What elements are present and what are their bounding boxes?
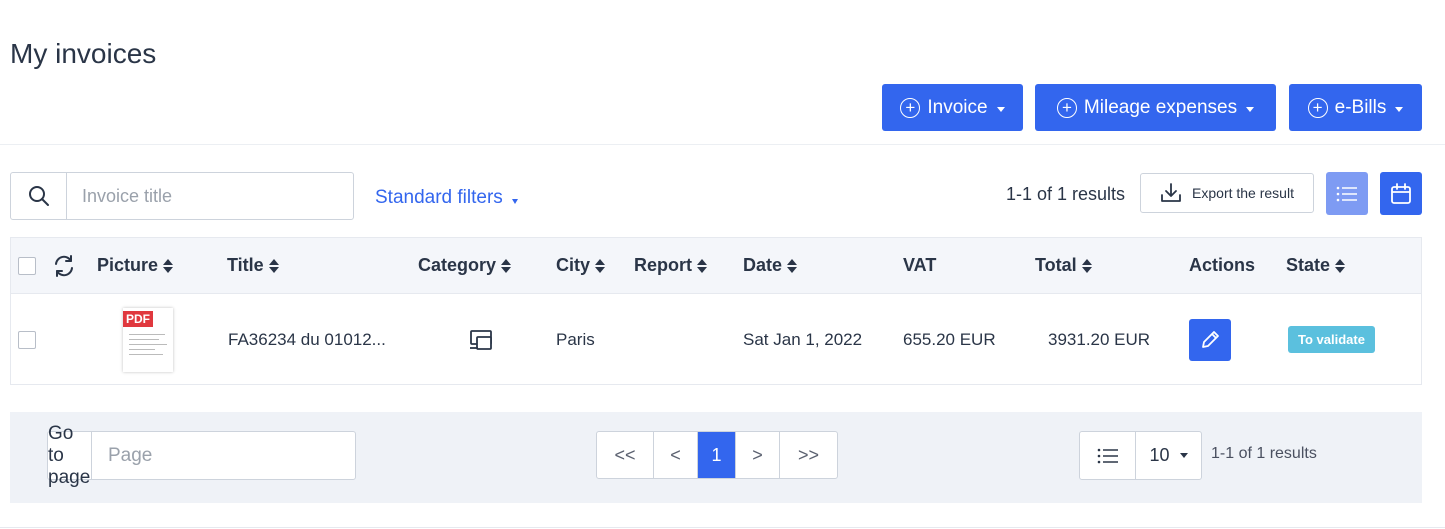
column-label: Category <box>418 255 497 275</box>
table-header: Picture Title Category City Report Date … <box>11 238 1421 294</box>
list-icon <box>1097 448 1118 463</box>
column-label: Actions <box>1189 255 1256 275</box>
total-cell: 3931.20 EUR <box>1048 329 1151 349</box>
search-icon <box>28 186 49 206</box>
chevron-down-icon <box>1179 453 1188 458</box>
column-label: VAT <box>903 255 937 275</box>
header-divider <box>0 144 1445 145</box>
page-navigation: << < 1 > >> <box>596 431 838 479</box>
column-label: Picture <box>97 255 159 275</box>
column-label: Report <box>634 255 692 275</box>
column-label: Total <box>1035 255 1077 275</box>
sort-icon <box>163 258 174 273</box>
chevron-down-icon <box>996 106 1005 112</box>
calendar-view-button[interactable] <box>1380 172 1422 215</box>
add-mileage-button[interactable]: + Mileage expenses <box>1035 84 1276 131</box>
column-city[interactable]: City <box>556 238 606 293</box>
last-page-button[interactable]: >> <box>780 432 837 478</box>
devices-icon <box>470 329 492 350</box>
standard-filters-label: Standard filters <box>375 187 503 208</box>
column-date[interactable]: Date <box>743 238 798 293</box>
caret-down-icon <box>511 198 518 204</box>
search-button[interactable] <box>11 173 67 219</box>
add-ebills-button[interactable]: + e-Bills <box>1289 84 1422 131</box>
invoice-title: FA36234 du 01012... <box>228 329 386 349</box>
city-cell: Paris <box>556 329 595 349</box>
column-label: Title <box>227 255 264 275</box>
pagination-bar: Go to page << < 1 > >> 10 1-1 of 1 resul… <box>10 412 1422 503</box>
select-all-checkbox[interactable] <box>18 238 36 293</box>
add-mileage-label: Mileage expenses <box>1083 96 1238 118</box>
actions-cell <box>1189 294 1231 385</box>
sort-icon <box>595 258 606 273</box>
page-button-current[interactable]: 1 <box>698 432 736 478</box>
column-state[interactable]: State <box>1286 238 1346 293</box>
column-label: Date <box>743 255 783 275</box>
column-actions: Actions <box>1189 238 1255 293</box>
list-icon-cell <box>1080 432 1136 479</box>
results-count-bottom: 1-1 of 1 results <box>1211 445 1317 462</box>
category-cell <box>469 294 495 385</box>
sort-icon <box>697 258 707 273</box>
date-cell: Sat Jan 1, 2022 <box>743 329 863 349</box>
column-vat: VAT <box>903 238 936 293</box>
add-ebills-label: e-Bills <box>1334 96 1387 118</box>
refresh-button[interactable] <box>52 238 76 293</box>
vat-cell: 655.20 EUR <box>903 329 996 349</box>
list-icon <box>1336 186 1357 201</box>
add-invoice-button[interactable]: + Invoice <box>882 84 1023 131</box>
footer-divider <box>0 527 1445 528</box>
add-invoice-label: Invoice <box>927 96 988 118</box>
sort-icon <box>1081 258 1092 273</box>
refresh-icon <box>55 254 73 277</box>
first-page-button[interactable]: << <box>597 432 654 478</box>
column-total[interactable]: Total <box>1035 238 1092 293</box>
sort-icon <box>1335 258 1346 273</box>
page-title: My invoices <box>10 38 157 69</box>
chevron-down-icon <box>1395 106 1404 112</box>
column-report[interactable]: Report <box>634 238 707 293</box>
export-label: Export the result <box>1192 185 1294 201</box>
state-cell: To validate <box>1288 294 1375 385</box>
status-badge: To validate <box>1288 326 1375 353</box>
chevron-down-icon <box>1246 106 1255 112</box>
prev-page-button[interactable]: < <box>654 432 698 478</box>
search-box <box>10 172 354 220</box>
per-page-value: 10 <box>1149 445 1170 465</box>
goto-page-group: Go to page <box>47 422 356 488</box>
invoice-thumbnail[interactable]: PDF <box>123 294 173 385</box>
per-page-select[interactable]: 10 <box>1079 431 1202 480</box>
pdf-icon: PDF <box>123 307 173 372</box>
plus-circle-icon: + <box>900 97 921 118</box>
plus-circle-icon: + <box>1056 97 1077 118</box>
sort-icon <box>268 258 279 273</box>
column-title[interactable]: Title <box>227 238 279 293</box>
pencil-icon <box>1202 330 1219 348</box>
per-page-value-cell: 10 <box>1136 432 1201 479</box>
sort-icon <box>501 258 512 273</box>
standard-filters-toggle[interactable]: Standard filters <box>375 187 518 209</box>
table-row[interactable]: PDF FA36234 du 01012... Paris Sat Jan 1,… <box>11 294 1421 385</box>
row-checkbox[interactable] <box>18 294 36 385</box>
calendar-icon <box>1391 182 1411 204</box>
column-picture[interactable]: Picture <box>97 238 174 293</box>
next-page-button[interactable]: > <box>736 432 780 478</box>
column-label: City <box>556 255 591 275</box>
search-input[interactable] <box>67 173 353 219</box>
column-label: State <box>1286 255 1331 275</box>
column-category[interactable]: Category <box>418 238 512 293</box>
edit-button[interactable] <box>1189 318 1231 361</box>
plus-circle-icon: + <box>1307 97 1328 118</box>
download-icon <box>1161 183 1181 202</box>
sort-icon <box>787 258 798 273</box>
goto-page-label: Go to page <box>48 422 92 488</box>
list-view-button[interactable] <box>1326 172 1368 215</box>
results-count: 1-1 of 1 results <box>1006 184 1126 204</box>
goto-page-input[interactable] <box>92 432 355 479</box>
invoices-table: Picture Title Category City Report Date … <box>10 237 1422 385</box>
export-button[interactable]: Export the result <box>1140 173 1314 213</box>
